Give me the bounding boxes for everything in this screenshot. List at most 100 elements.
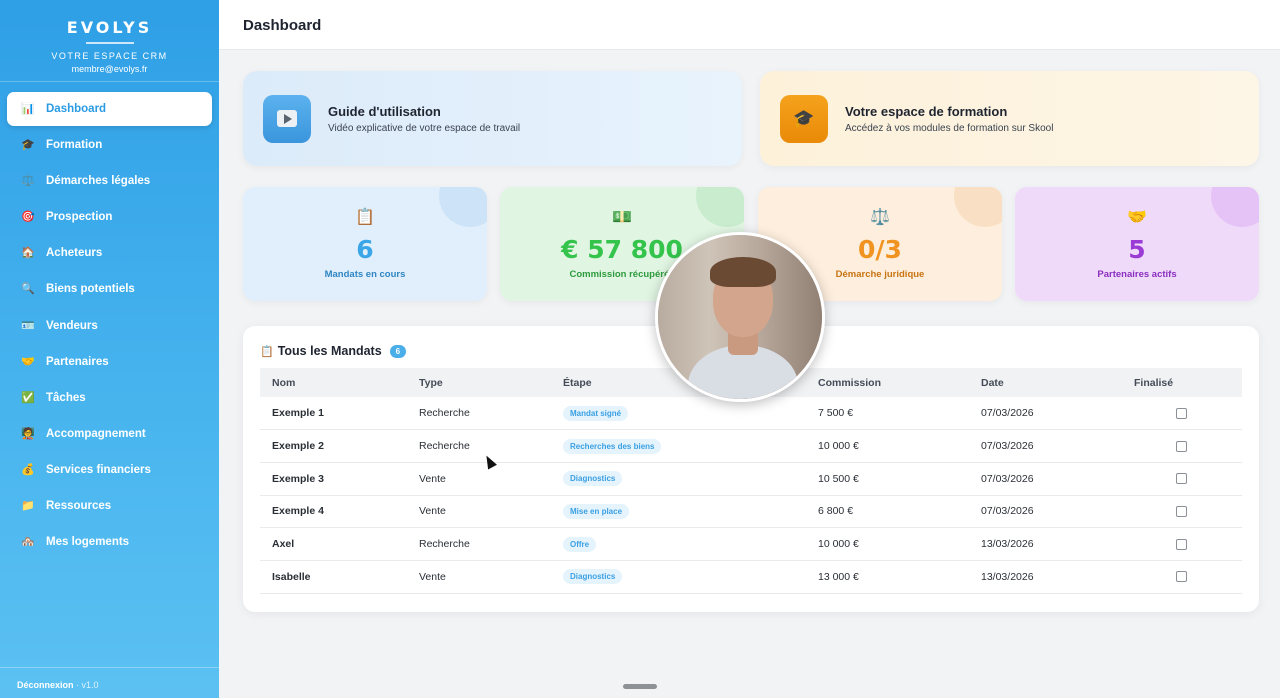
cell-nom: Isabelle <box>260 560 419 594</box>
sidebar-item-label: Tâches <box>46 391 86 404</box>
id-card-icon: 🪪 <box>21 319 35 332</box>
brand-block: EVOLYS VOTRE ESPACE CRM membre@evolys.fr <box>0 0 219 82</box>
cell-date: 07/03/2026 <box>981 462 1134 496</box>
cell-nom: Exemple 3 <box>260 462 419 496</box>
stage-badge: Offre <box>563 536 597 552</box>
target-icon: 🎯 <box>21 211 35 224</box>
home-indicator[interactable] <box>623 684 657 689</box>
sidebar-item-accompagnement[interactable]: 🧑‍🏫 Accompagnement <box>7 417 212 451</box>
finalise-checkbox[interactable] <box>1176 505 1187 517</box>
stat-card-partenaires: 🤝 5 Partenaires actifs <box>1015 187 1259 301</box>
mandats-title: Tous les Mandats <box>277 344 382 358</box>
cell-date: 13/03/2026 <box>981 527 1134 561</box>
sidebar-item-label: Services financiers <box>46 463 151 476</box>
cell-nom: Exemple 1 <box>260 397 419 431</box>
sidebar-item-label: Accompagnement <box>46 427 146 440</box>
chart-icon: 📊 <box>21 103 35 115</box>
table-row[interactable]: Isabelle Vente Diagnostics 13 000 € 13/0… <box>260 560 1242 594</box>
stat-label: Mandats en cours <box>324 269 406 280</box>
column-header-finalise[interactable]: Finalisé <box>1134 368 1242 397</box>
stage-badge: Diagnostics <box>563 471 623 487</box>
training-subtitle: Accédez à vos modules de formation sur S… <box>845 122 1054 134</box>
houses-icon: 🏘️ <box>21 536 35 549</box>
table-row[interactable]: Axel Recherche Offre 10 000 € 13/03/2026 <box>260 527 1242 561</box>
cell-type: Vente <box>419 560 563 594</box>
cell-type: Recherche <box>419 527 563 561</box>
sidebar-item-taches[interactable]: ✅ Tâches <box>7 381 212 415</box>
magnifier-icon: 🔍 <box>21 283 35 296</box>
stat-label: Partenaires actifs <box>1097 269 1177 280</box>
guide-subtitle: Vidéo explicative de votre espace de tra… <box>328 122 521 134</box>
handshake-icon: 🤝 <box>21 355 35 368</box>
sidebar-item-ressources[interactable]: 📁 Ressources <box>7 489 212 523</box>
guide-card[interactable]: Guide d'utilisation Vidéo explicative de… <box>243 71 742 166</box>
finalise-checkbox[interactable] <box>1176 473 1187 485</box>
sidebar-item-mes-logements[interactable]: 🏘️ Mes logements <box>7 525 212 559</box>
column-header-nom[interactable]: Nom <box>260 368 419 397</box>
video-play-icon <box>263 94 311 143</box>
stat-value: 6 <box>356 235 374 264</box>
cell-commission: 10 500 € <box>818 462 981 496</box>
cell-type: Vente <box>419 495 563 529</box>
graduation-cap-glyph: 🎓 <box>793 108 815 128</box>
cell-commission: 10 000 € <box>818 527 981 561</box>
sidebar-item-prospection[interactable]: 🎯 Prospection <box>7 200 212 234</box>
sidebar-item-label: Vendeurs <box>46 319 98 332</box>
cell-nom: Axel <box>260 527 419 561</box>
sidebar-nav: 📊 Dashboard 🎓 Formation ⚖️ Démarches lég… <box>0 82 219 559</box>
cell-commission: 13 000 € <box>818 560 981 594</box>
column-header-type[interactable]: Type <box>419 368 563 397</box>
sidebar-item-acheteurs[interactable]: 🏠 Acheteurs <box>7 236 212 270</box>
sidebar-item-services-financiers[interactable]: 💰 Services financiers <box>7 453 212 487</box>
finalise-checkbox[interactable] <box>1176 538 1187 550</box>
cell-date: 07/03/2026 <box>981 397 1134 431</box>
money-bag-icon: 💰 <box>21 463 35 476</box>
sidebar-item-partenaires[interactable]: 🤝 Partenaires <box>7 345 212 379</box>
version-label: · v1.0 <box>76 680 99 690</box>
sidebar-item-label: Prospection <box>46 211 113 224</box>
sidebar-item-formation[interactable]: 🎓 Formation <box>7 128 212 162</box>
guide-title: Guide d'utilisation <box>328 103 441 119</box>
graduation-cap-icon: 🎓 <box>780 94 828 143</box>
cell-commission: 10 000 € <box>818 429 981 463</box>
sidebar-footer: Déconnexion · v1.0 <box>0 667 219 698</box>
cell-nom: Exemple 4 <box>260 495 419 529</box>
sidebar-item-label: Démarches légales <box>46 175 151 188</box>
logout-link[interactable]: Déconnexion <box>17 680 74 690</box>
table-row[interactable]: Exemple 4 Vente Mise en place 6 800 € 07… <box>260 495 1242 529</box>
column-header-date[interactable]: Date <box>981 368 1134 397</box>
brand-tagline: VOTRE ESPACE CRM <box>51 51 168 61</box>
sidebar: EVOLYS VOTRE ESPACE CRM membre@evolys.fr… <box>0 0 219 698</box>
folder-icon: 📁 <box>21 500 35 513</box>
mandats-count-badge: 6 <box>389 344 407 358</box>
teacher-icon: 🧑‍🏫 <box>21 427 35 440</box>
cell-date: 13/03/2026 <box>981 560 1134 594</box>
sidebar-item-biens-potentiels[interactable]: 🔍 Biens potentiels <box>7 272 212 306</box>
cell-date: 07/03/2026 <box>981 495 1134 529</box>
sidebar-item-demarches-legales[interactable]: ⚖️ Démarches légales <box>7 164 212 198</box>
finalise-checkbox[interactable] <box>1176 407 1187 419</box>
graduation-cap-icon: 🎓 <box>21 139 35 152</box>
table-row[interactable]: Exemple 3 Vente Diagnostics 10 500 € 07/… <box>260 462 1242 496</box>
column-header-commission[interactable]: Commission <box>818 368 981 397</box>
stage-badge: Diagnostics <box>563 569 623 585</box>
webcam-overlay[interactable] <box>655 232 825 402</box>
user-email: membre@evolys.fr <box>71 64 148 74</box>
sidebar-item-dashboard[interactable]: 📊 Dashboard <box>7 92 212 126</box>
sidebar-item-label: Partenaires <box>46 355 109 368</box>
stage-badge: Recherches des biens <box>563 438 662 454</box>
sidebar-item-label: Biens potentiels <box>46 283 135 296</box>
house-icon: 🏠 <box>21 247 35 260</box>
training-title: Votre espace de formation <box>845 103 1008 119</box>
cell-type: Recherche <box>419 397 563 431</box>
table-row[interactable]: Exemple 1 Recherche Mandat signé 7 500 €… <box>260 397 1242 431</box>
checkmark-icon: ✅ <box>21 391 35 404</box>
training-card[interactable]: 🎓 Votre espace de formation Accédez à vo… <box>760 71 1259 166</box>
brand-divider <box>85 42 134 44</box>
table-row[interactable]: Exemple 2 Recherche Recherches des biens… <box>260 429 1242 463</box>
sidebar-item-vendeurs[interactable]: 🪪 Vendeurs <box>7 309 212 343</box>
finalise-checkbox[interactable] <box>1176 571 1187 583</box>
clipboard-icon: 📋 <box>260 345 274 358</box>
finalise-checkbox[interactable] <box>1176 440 1187 452</box>
stat-card-mandats: 📋 6 Mandats en cours <box>243 187 487 301</box>
